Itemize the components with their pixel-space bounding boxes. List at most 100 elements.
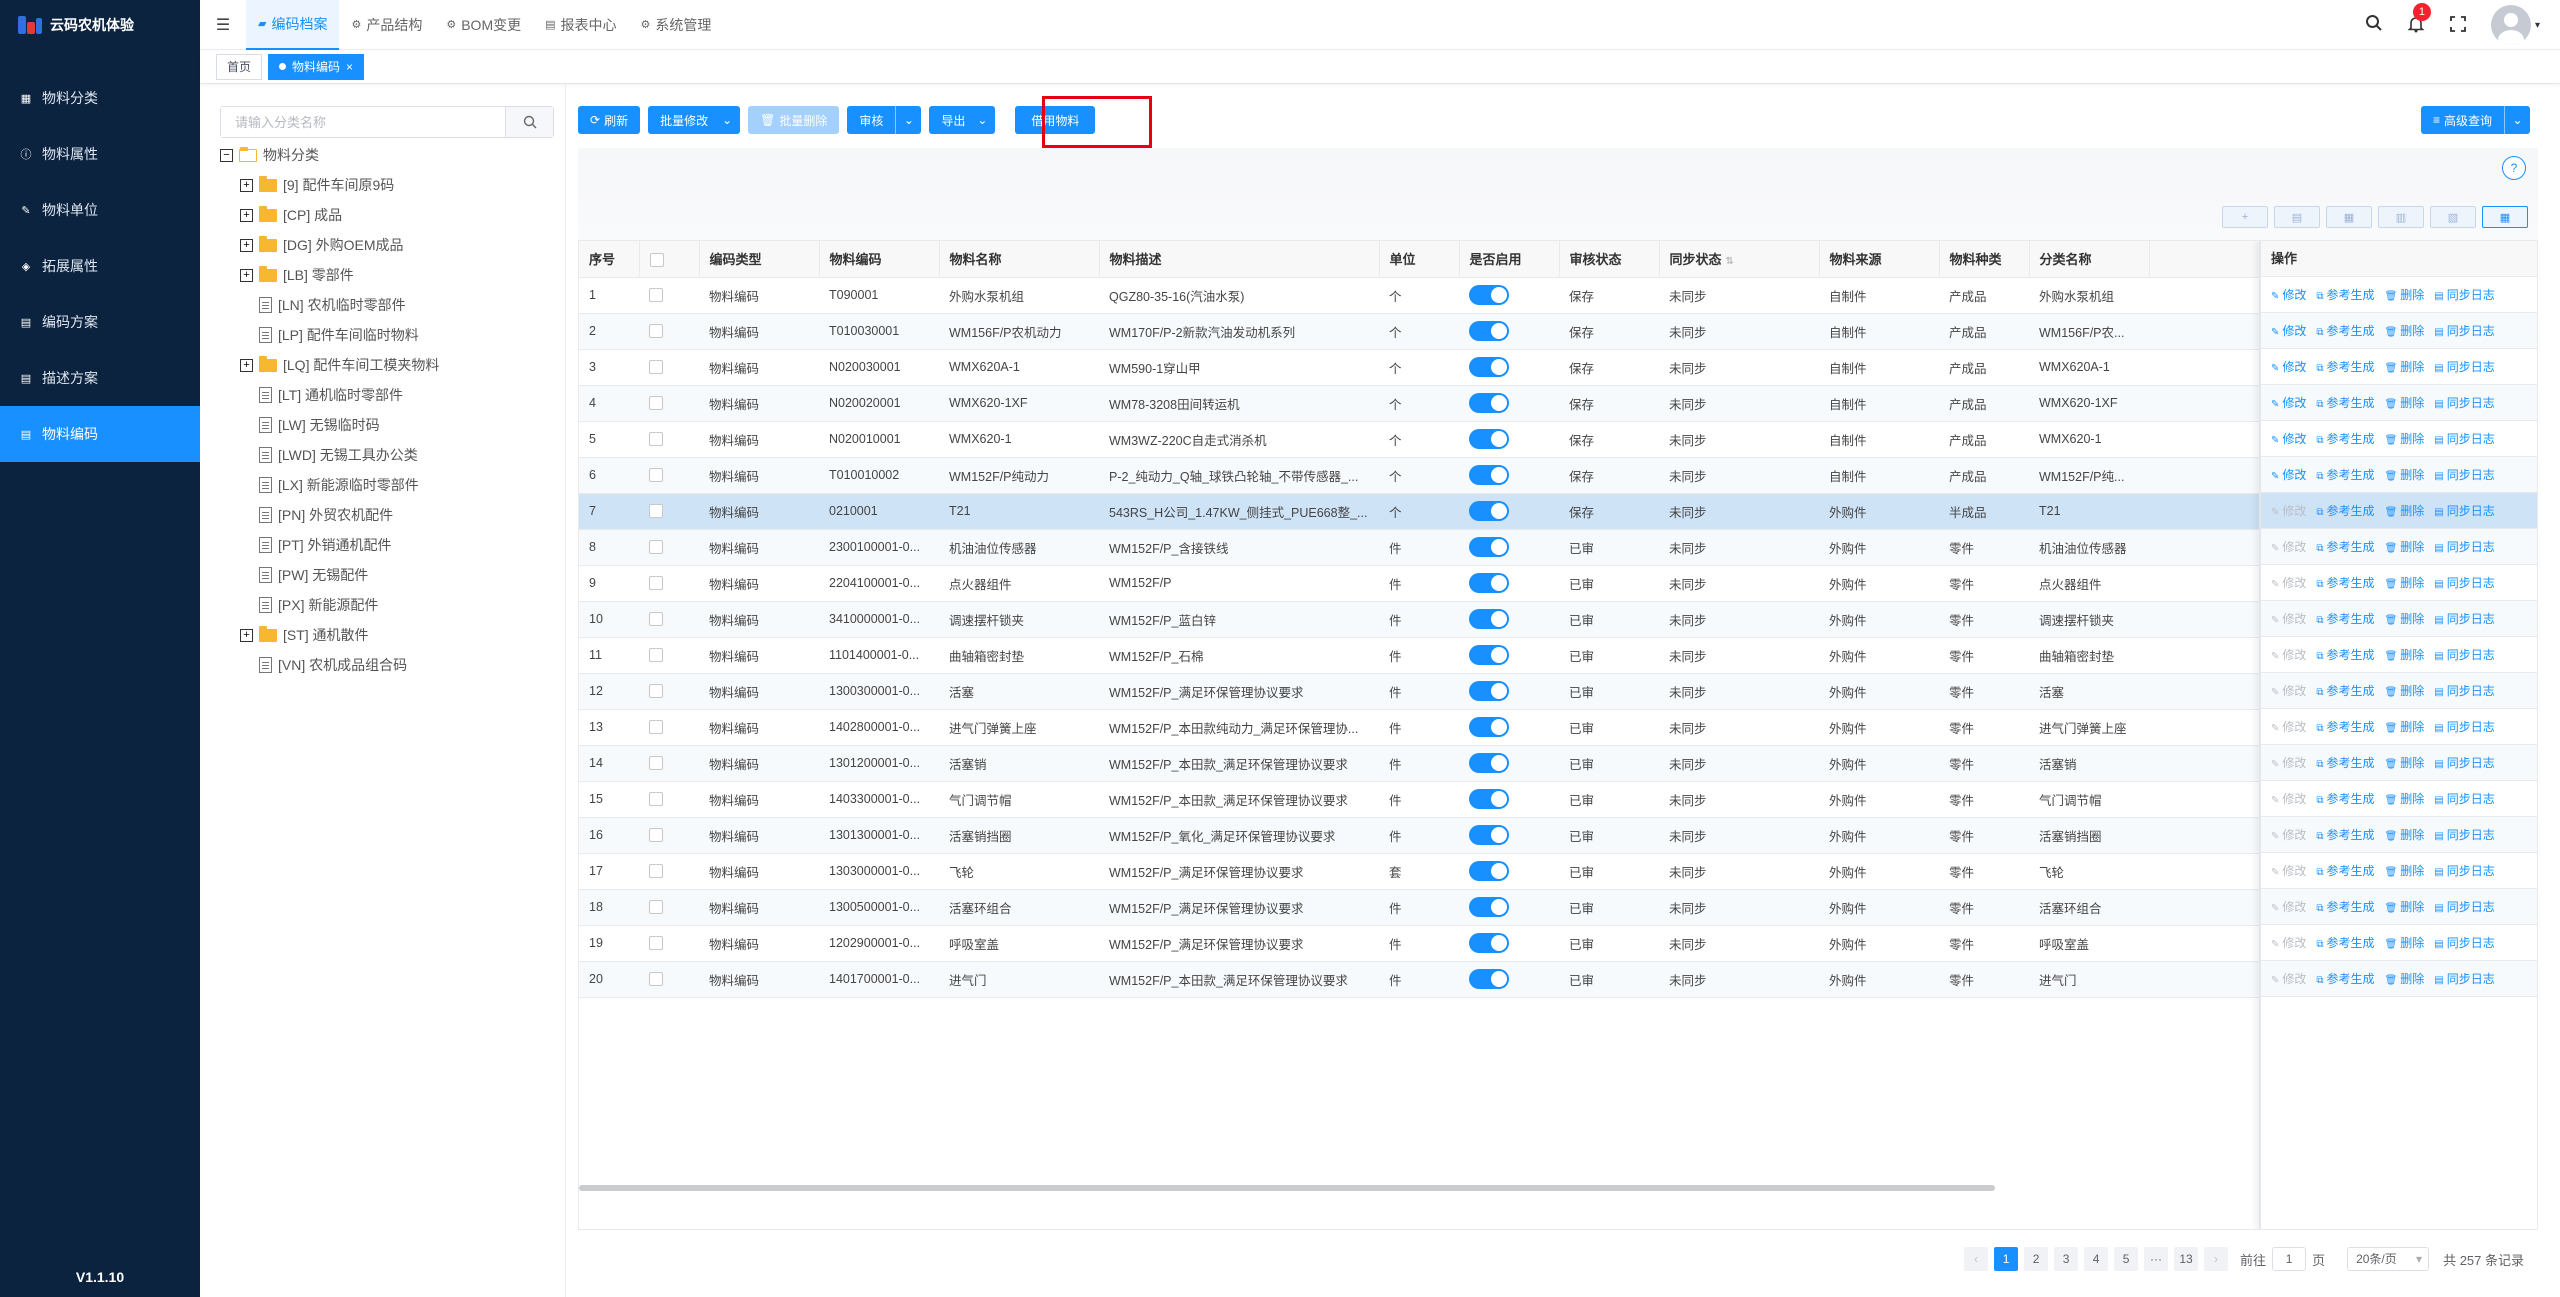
export-icon[interactable]: ▥ (2378, 206, 2424, 228)
enabled-toggle[interactable] (1469, 465, 1509, 485)
sort-icon[interactable]: ⇅ (1726, 256, 1734, 267)
table-row[interactable]: 20 物料编码 1401700001-0... 进气门 WM152F/P_本田款_满足环… (579, 961, 2537, 998)
next-page-button[interactable]: › (2204, 1247, 2229, 1271)
column-header[interactable]: 编码类型 (699, 241, 820, 278)
help-icon[interactable]: ? (2502, 156, 2526, 180)
enabled-toggle[interactable] (1469, 321, 1509, 341)
edit-link[interactable]: ✎ 修改 (2271, 358, 2306, 375)
tree-node[interactable]: [LN] 农机临时零部件 (220, 290, 439, 320)
batch-delete-button[interactable]: 🗑 批量删除 (748, 106, 840, 134)
table-row[interactable]: 15 物料编码 1403300001-0... 气门调节帽 WM152F/P_本田款_满… (579, 781, 2537, 818)
tree-node[interactable]: + [CP] 成品 (220, 200, 439, 230)
table-row[interactable]: 4 物料编码 N020020001 WMX620-1XF WM78-3208田间转运机 个… (579, 385, 2537, 422)
edit-link[interactable]: ✎ 修改 (2271, 538, 2306, 555)
export-button[interactable]: 导出 ⌄ (929, 106, 996, 134)
column-header[interactable]: 序号 (579, 241, 640, 278)
sync-log-link[interactable]: ▤ 同步日志 (2434, 538, 2494, 555)
reference-generate-link[interactable]: ⧉ 参考生成 (2316, 286, 2374, 303)
tree-node[interactable]: [PW] 无锡配件 (220, 560, 439, 590)
sync-log-link[interactable]: ▤ 同步日志 (2434, 862, 2494, 879)
row-checkbox[interactable] (649, 468, 663, 483)
tab-4[interactable]: ⚙ 系统管理 (629, 0, 724, 50)
edit-link[interactable]: ✎ 修改 (2271, 826, 2306, 843)
page-size-select[interactable]: 20条/页 (2347, 1247, 2430, 1271)
close-icon[interactable]: × (346, 55, 353, 79)
table-row[interactable]: 18 物料编码 1300500001-0... 活塞环组合 WM152F/P_满足环保管… (579, 889, 2537, 926)
sidebar-item-2[interactable]: ✎ 物料单位 (0, 182, 200, 238)
sync-log-link[interactable]: ▤ 同步日志 (2434, 466, 2494, 483)
grid-view-icon[interactable]: ▦ (2482, 206, 2528, 228)
row-checkbox[interactable] (649, 288, 663, 303)
reference-generate-link[interactable]: ⧉ 参考生成 (2316, 970, 2374, 987)
edit-link[interactable]: ✎ 修改 (2271, 718, 2306, 735)
row-checkbox[interactable] (649, 936, 663, 951)
expand-icon[interactable]: + (240, 268, 253, 282)
reference-generate-link[interactable]: ⧉ 参考生成 (2316, 934, 2374, 951)
sidebar-item-6[interactable]: ▤ 物料编码 (0, 406, 200, 462)
edit-link[interactable]: ✎ 修改 (2271, 430, 2306, 447)
sync-log-link[interactable]: ▤ 同步日志 (2434, 790, 2494, 807)
reference-generate-link[interactable]: ⧉ 参考生成 (2316, 754, 2374, 771)
reference-generate-link[interactable]: ⧉ 参考生成 (2316, 322, 2374, 339)
enabled-toggle[interactable] (1469, 681, 1509, 701)
column-header[interactable]: 物料描述 (1099, 241, 1380, 278)
column-header[interactable]: 物料种类 (1939, 241, 2030, 278)
edit-link[interactable]: ✎ 修改 (2271, 754, 2306, 771)
column-header[interactable]: 物料来源 (1819, 241, 1940, 278)
tree-node[interactable]: + [LQ] 配件车间工模夹物料 (220, 350, 439, 380)
refresh-button[interactable]: ⟳ 刷新 (578, 106, 641, 134)
tab-3[interactable]: ▤ 报表中心 (533, 0, 628, 50)
delete-link[interactable]: 🗑 删除 (2385, 358, 2425, 375)
table-row[interactable]: 14 物料编码 1301200001-0... 活塞销 WM152F/P_本田款_满足环… (579, 745, 2537, 782)
table-row[interactable]: 9 物料编码 2204100001-0... 点火器组件 WM152F/P 件 已审 未同步 外… (579, 565, 2537, 602)
sync-log-link[interactable]: ▤ 同步日志 (2434, 502, 2494, 519)
expand-icon[interactable]: + (240, 628, 253, 642)
enabled-toggle[interactable] (1469, 537, 1509, 557)
delete-link[interactable]: 🗑 删除 (2385, 394, 2425, 411)
enabled-toggle[interactable] (1469, 861, 1509, 881)
edit-link[interactable]: ✎ 修改 (2271, 862, 2306, 879)
user-menu[interactable]: ▾ (2490, 5, 2540, 45)
tree-node[interactable]: [LT] 通机临时零部件 (220, 380, 439, 410)
batch-edit-button[interactable]: 批量修改 ⌄ (648, 106, 741, 134)
page-button[interactable]: 4 (2084, 1247, 2109, 1271)
sync-log-link[interactable]: ▤ 同步日志 (2434, 358, 2494, 375)
column-header[interactable]: 审核状态 (1559, 241, 1660, 278)
table-row[interactable]: 1 物料编码 T090001 外购水泵机组 QGZ80-35-16(汽油水泵) 个 保存 未同… (579, 277, 2537, 314)
table-row[interactable]: 3 物料编码 N020030001 WMX620A-1 WM590-1穿山甲 个 保存 未同步… (579, 349, 2537, 386)
row-checkbox[interactable] (649, 972, 663, 987)
sync-log-link[interactable]: ▤ 同步日志 (2434, 322, 2494, 339)
tree-node[interactable]: + [ST] 通机散件 (220, 620, 439, 650)
edit-link[interactable]: ✎ 修改 (2271, 286, 2306, 303)
delete-link[interactable]: 🗑 删除 (2385, 538, 2425, 555)
table-row[interactable]: 2 物料编码 T010030001 WM156F/P农机动力 WM170F/P-2新款汽… (579, 313, 2537, 350)
table-row[interactable]: 19 物料编码 1202900001-0... 呼吸室盖 WM152F/P_满足环保管理… (579, 925, 2537, 962)
tab-2[interactable]: ⚙ BOM变更 (434, 0, 533, 50)
expand-icon[interactable]: + (240, 358, 253, 372)
page-button[interactable]: 1 (1994, 1247, 2019, 1271)
column-header[interactable]: 是否启用 (1459, 241, 1560, 278)
edit-link[interactable]: ✎ 修改 (2271, 970, 2306, 987)
delete-link[interactable]: 🗑 删除 (2385, 682, 2425, 699)
columns-icon[interactable]: ▧ (2430, 206, 2476, 228)
tree-node[interactable]: + [LB] 零部件 (220, 260, 439, 290)
enabled-toggle[interactable] (1469, 357, 1509, 377)
select-all-checkbox[interactable] (649, 252, 664, 267)
edit-link[interactable]: ✎ 修改 (2271, 574, 2306, 591)
collapse-icon[interactable]: − (220, 148, 233, 162)
sync-log-link[interactable]: ▤ 同步日志 (2434, 646, 2494, 663)
reference-generate-link[interactable]: ⧉ 参考生成 (2316, 646, 2374, 663)
tag-home[interactable]: 首页 (216, 53, 263, 80)
enabled-toggle[interactable] (1469, 897, 1509, 917)
delete-link[interactable]: 🗑 删除 (2385, 646, 2425, 663)
tree-root[interactable]: − 物料分类 (220, 140, 439, 170)
enabled-toggle[interactable] (1469, 501, 1509, 521)
loan-material-button[interactable]: 借用物料 (1015, 106, 1096, 134)
tree-node[interactable]: + [9] 配件车间原9码 (220, 170, 439, 200)
sidebar-item-3[interactable]: ◈ 拓展属性 (0, 238, 200, 294)
tree-node[interactable]: [LW] 无锡临时码 (220, 410, 439, 440)
enabled-toggle[interactable] (1469, 789, 1509, 809)
delete-link[interactable]: 🗑 删除 (2385, 754, 2425, 771)
delete-link[interactable]: 🗑 删除 (2385, 898, 2425, 915)
row-checkbox[interactable] (649, 756, 663, 771)
